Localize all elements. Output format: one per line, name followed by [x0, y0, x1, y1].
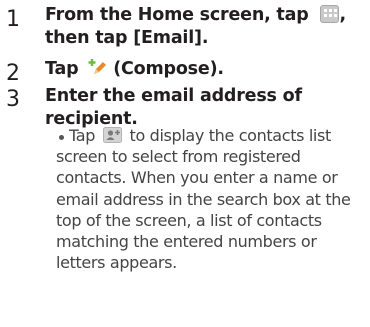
step-number: 1	[6, 7, 20, 32]
step-line: Enter the email address of	[45, 86, 302, 106]
step-number: 2	[6, 61, 20, 86]
step-text: From the Home screen, tap , then tap [Em…	[45, 4, 365, 49]
note-line-text: Tap	[69, 126, 96, 145]
note-line-text: to display the contacts list	[129, 126, 332, 145]
note-line: screen to select from registered	[56, 147, 301, 167]
step-line-text: Tap	[45, 59, 79, 79]
note-line: Tap to display the contacts list	[69, 125, 369, 146]
contacts-icon	[102, 127, 122, 145]
step-line-text: (Compose).	[113, 59, 224, 79]
note-line: contacts. When you enter a name or	[56, 168, 338, 188]
note-text: Tap to display the contacts list screen …	[56, 125, 369, 273]
step-text: Tap (Compose).	[45, 58, 365, 81]
compose-icon	[88, 58, 107, 76]
step-line: Tap (Compose).	[45, 58, 365, 81]
step-line-text: ,	[339, 5, 346, 25]
step-line-text: From the Home screen, tap	[45, 5, 309, 25]
step-line: From the Home screen, tap ,	[45, 4, 365, 27]
note-line: letters appears.	[56, 253, 177, 273]
bullet-dot	[59, 135, 64, 140]
app-grid-icon	[320, 5, 340, 23]
step-line: then tap [Email].	[45, 27, 209, 48]
step-text: Enter the email address of recipient.	[45, 85, 365, 130]
note-line: top of the screen, a list of contacts	[56, 210, 322, 230]
note-line: email address in the search box at the	[56, 189, 351, 209]
note-line: matching the entered numbers or	[56, 232, 317, 252]
step-number: 3	[6, 87, 20, 112]
